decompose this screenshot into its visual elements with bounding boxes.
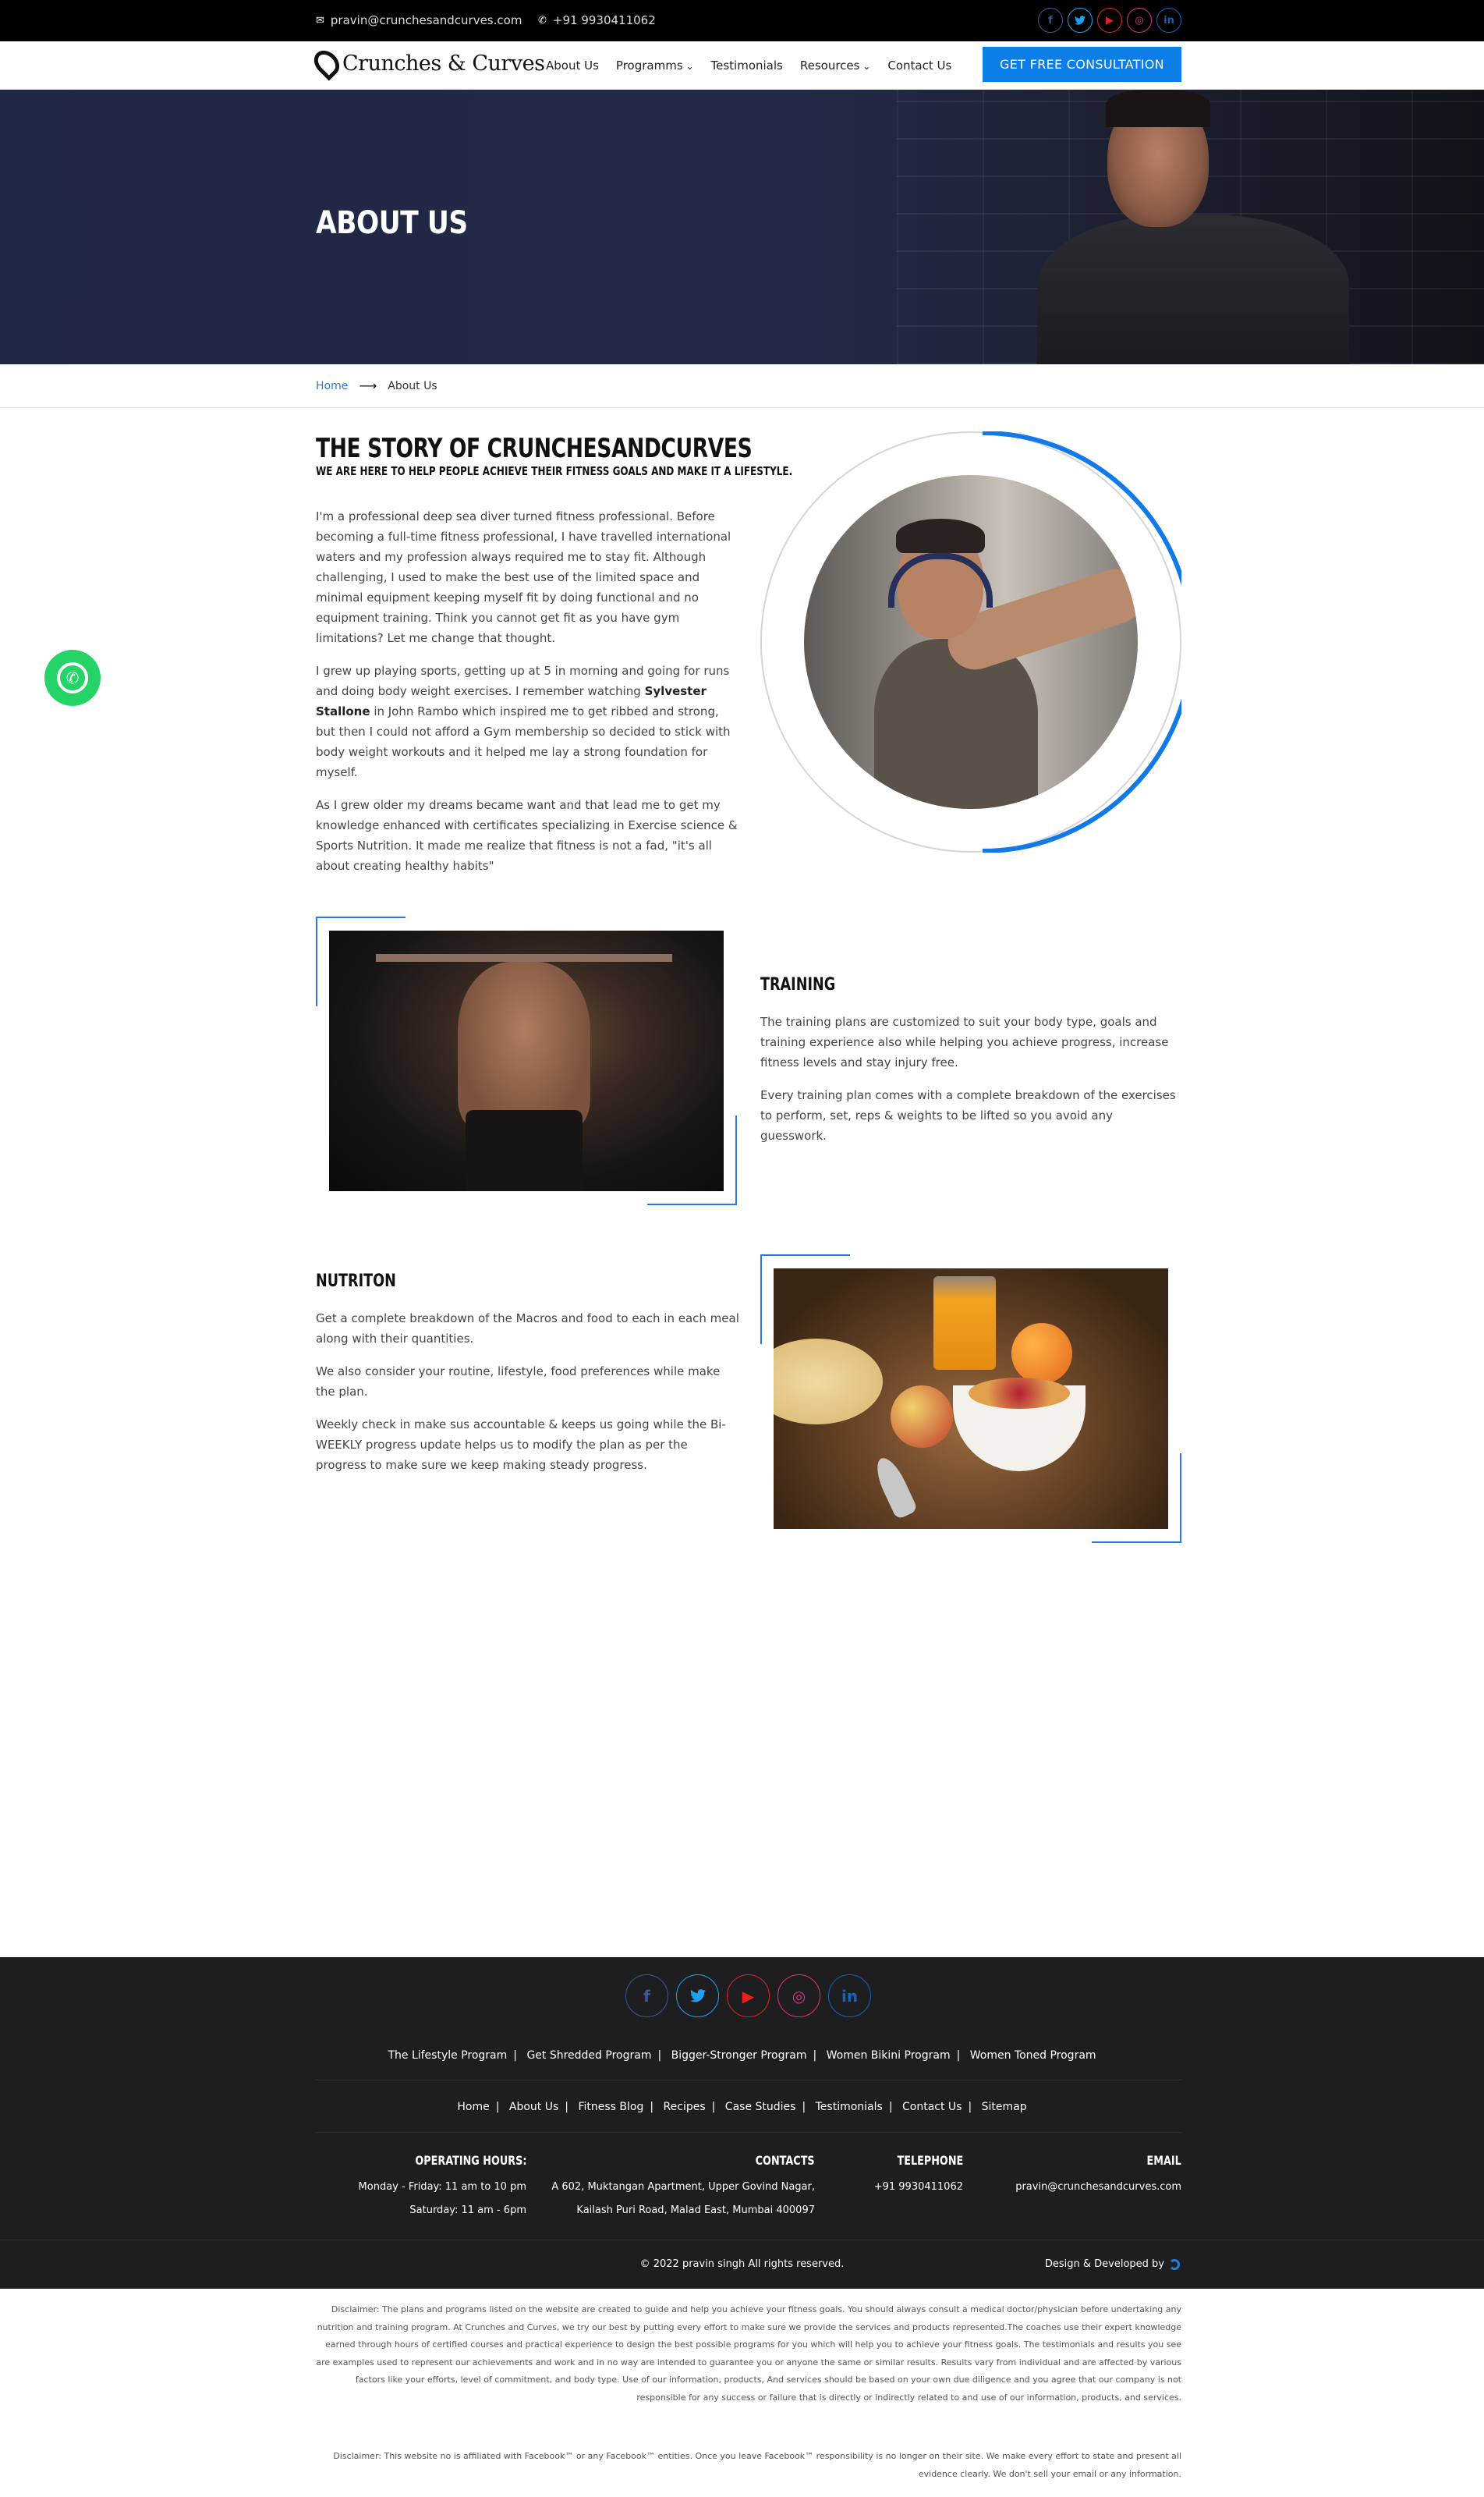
footer-hours-saturday: Saturday: 11 am - 6pm: [409, 2204, 526, 2216]
linkedin-icon[interactable]: in: [828, 1974, 871, 2017]
hero-banner: ABOUT US: [0, 90, 1484, 364]
disclaimer-paragraph-2: Disclaimer: This website no is affiliate…: [333, 2451, 1181, 2479]
training-image-frame: [316, 917, 737, 1205]
whatsapp-icon: ✆: [57, 662, 88, 693]
nutrition-paragraph-3: Weekly check in make sus accountable & k…: [316, 1417, 726, 1472]
developer-logo-icon: [1169, 2258, 1180, 2270]
nav-item-about[interactable]: About Us: [546, 59, 599, 73]
twitter-icon[interactable]: [1068, 8, 1093, 33]
footer-info: OPERATING HOURS: Monday - Friday: 11 am …: [316, 2149, 1181, 2235]
story-paragraph-1: I'm a professional deep sea diver turned…: [316, 509, 731, 645]
footer-program-link[interactable]: The Lifestyle Program: [388, 2049, 507, 2062]
trainer-photo: [804, 475, 1138, 809]
top-email[interactable]: ✉ pravin@crunchesandcurves.com: [316, 13, 522, 27]
footer-program-link[interactable]: Get Shredded Program: [526, 2049, 651, 2062]
nav-item-contact[interactable]: Contact Us: [887, 59, 951, 73]
training-paragraph-2: Every training plan comes with a complet…: [760, 1088, 1176, 1143]
youtube-icon[interactable]: ▶: [727, 1974, 770, 2017]
footer-telephone: TELEPHONE +91 9930411062: [874, 2149, 963, 2199]
phone-icon: ✆: [538, 14, 547, 27]
footer-program-links: The Lifestyle Program | Get Shredded Prog…: [388, 2049, 1096, 2062]
hero-man-body: [1037, 215, 1349, 364]
footer-telephone-number[interactable]: +91 9930411062: [874, 2176, 963, 2199]
footer-email-title: EMAIL: [1146, 2153, 1181, 2168]
footer-link[interactable]: Recipes: [664, 2101, 706, 2113]
logo-text: Crunches & Curves: [342, 51, 545, 76]
envelope-icon: ✉: [316, 14, 324, 27]
footer-contacts: CONTACTS A 602, Muktangan Apartment, Upp…: [551, 2149, 815, 2222]
facebook-icon[interactable]: f: [625, 1974, 668, 2017]
location-pin-icon: [309, 45, 345, 81]
nutrition-title: NUTRITON: [316, 1272, 396, 1291]
top-bar: ✉ pravin@crunchesandcurves.com ✆ +91 993…: [0, 0, 1484, 41]
footer-link[interactable]: Home: [457, 2101, 489, 2113]
footer-link[interactable]: About Us: [509, 2101, 558, 2113]
footer-hours: OPERATING HOURS: Monday - Friday: 11 am …: [359, 2149, 526, 2222]
footer-link[interactable]: Testimonials: [816, 2101, 883, 2113]
nutrition-section: NUTRITON Get a complete breakdown of the…: [316, 1272, 741, 1488]
footer-program-link[interactable]: Women Bikini Program: [827, 2049, 951, 2062]
site-logo[interactable]: Crunches & Curves: [309, 45, 545, 81]
nav-item-testimonials[interactable]: Testimonials: [711, 59, 783, 73]
story-section: THE STORY OF CRUNCHESANDCURVES WE ARE HE…: [316, 433, 793, 888]
footer-email: EMAIL pravin@crunchesandcurves.com: [1015, 2149, 1181, 2199]
main-navbar: Crunches & Curves About Us Programms Tes…: [0, 41, 1484, 90]
free-consultation-button[interactable]: GET FREE CONSULTATION: [983, 47, 1181, 82]
footer-email-address[interactable]: pravin@crunchesandcurves.com: [1015, 2176, 1181, 2199]
training-paragraph-1: The training plans are customized to sui…: [760, 1015, 1169, 1069]
footer-telephone-title: TELEPHONE: [897, 2153, 963, 2168]
developer-credit[interactable]: Design & Developed by: [1045, 2258, 1180, 2270]
nav-item-resources[interactable]: Resources: [800, 59, 870, 73]
footer-hours-weekday: Monday - Friday: 11 am to 10 pm: [358, 2181, 526, 2193]
linkedin-icon[interactable]: in: [1156, 8, 1181, 33]
nutrition-paragraph-1: Get a complete breakdown of the Macros a…: [316, 1311, 739, 1346]
hero-man-hair: [1106, 90, 1210, 127]
twitter-icon[interactable]: [676, 1974, 719, 2017]
breadcrumb-current: About Us: [388, 379, 437, 392]
breadcrumb: Home ⟶ About Us: [0, 364, 1484, 408]
whatsapp-button[interactable]: ✆: [44, 650, 101, 706]
top-email-text: pravin@crunchesandcurves.com: [330, 13, 522, 27]
nav-menu: About Us Programms Testimonials Resource…: [546, 59, 951, 73]
footer-link[interactable]: Fitness Blog: [578, 2101, 643, 2113]
instagram-icon[interactable]: ◎: [777, 1974, 820, 2017]
footer-address-line-2: Kailash Puri Road, Malad East, Mumbai 40…: [576, 2204, 815, 2216]
arrow-right-icon: ⟶: [359, 378, 377, 393]
instagram-icon[interactable]: ◎: [1127, 8, 1152, 33]
nutrition-paragraph-2: We also consider your routine, lifestyle…: [316, 1364, 721, 1399]
top-phone[interactable]: ✆ +91 9930411062: [538, 13, 656, 27]
story-circle-image: [760, 431, 1181, 853]
footer-social-links: f ▶ ◎ in: [625, 1974, 871, 2017]
youtube-icon[interactable]: ▶: [1097, 8, 1122, 33]
page-title: ABOUT US: [316, 205, 468, 241]
story-subtitle: WE ARE HERE TO HELP PEOPLE ACHIEVE THEIR…: [316, 464, 793, 478]
footer-link[interactable]: Case Studies: [725, 2101, 796, 2113]
nav-item-programms[interactable]: Programms: [616, 59, 694, 73]
story-paragraph-3: As I grew older my dreams became want an…: [316, 798, 738, 873]
footer-page-links: Home | About Us | Fitness Blog | Recipes | C…: [457, 2101, 1027, 2113]
story-title: THE STORY OF CRUNCHESANDCURVES: [316, 433, 753, 464]
footer-hours-title: OPERATING HOURS:: [414, 2153, 526, 2168]
story-paragraph-2: I grew up playing sports, getting up at …: [316, 664, 731, 779]
disclaimer-paragraph-1: Disclaimer: The plans and programs liste…: [316, 2304, 1181, 2403]
footer-program-link[interactable]: Bigger-Stronger Program: [671, 2049, 807, 2062]
footer-divider: [316, 2132, 1181, 2133]
nutrition-image-frame: [760, 1254, 1181, 1543]
footer-program-link[interactable]: Women Toned Program: [970, 2049, 1096, 2062]
footer-contacts-title: CONTACTS: [756, 2153, 815, 2168]
training-section: TRAINING The training plans are customiz…: [760, 975, 1181, 1158]
top-social-links: f ▶ ◎ in: [1038, 8, 1181, 33]
facebook-icon[interactable]: f: [1038, 8, 1063, 33]
copyright-text: © 2022 pravin singh All rights reserved.: [639, 2258, 845, 2270]
footer-link[interactable]: Sitemap: [982, 2101, 1027, 2113]
footer-address-line-1: A 602, Muktangan Apartment, Upper Govind…: [551, 2181, 815, 2193]
top-phone-text: +91 9930411062: [552, 13, 656, 27]
nutrition-photo: [774, 1268, 1168, 1529]
training-title: TRAINING: [760, 975, 836, 995]
footer-bottom-bar: © 2022 pravin singh All rights reserved.…: [0, 2240, 1484, 2289]
breadcrumb-home[interactable]: Home: [316, 380, 348, 392]
footer-link[interactable]: Contact Us: [902, 2101, 962, 2113]
training-photo: [329, 931, 724, 1191]
